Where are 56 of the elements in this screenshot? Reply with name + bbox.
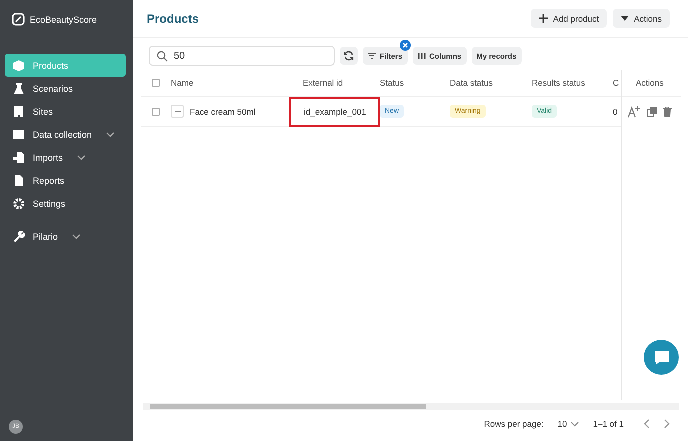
next-page-icon[interactable] bbox=[664, 419, 670, 429]
column-header: Actions bbox=[622, 70, 681, 97]
minus-icon bbox=[174, 110, 180, 112]
plus-icon bbox=[539, 14, 548, 23]
page-range: 1–1 of 1 bbox=[593, 419, 624, 429]
select-all-checkbox[interactable] bbox=[152, 79, 160, 87]
refresh-icon bbox=[344, 51, 354, 61]
page-title: Products bbox=[147, 12, 200, 26]
nav-item[interactable]: Sites bbox=[5, 100, 126, 123]
previous-page-icon[interactable] bbox=[644, 419, 650, 429]
row-checkbox[interactable] bbox=[152, 108, 160, 116]
wrench-icon bbox=[13, 230, 25, 242]
column-header[interactable]: C bbox=[613, 78, 621, 88]
nav-item[interactable]: Pilario bbox=[5, 225, 126, 248]
column-header[interactable]: Results status bbox=[532, 78, 613, 88]
font-plus-icon[interactable] bbox=[628, 106, 641, 118]
table-cell: id_example_001 bbox=[289, 96, 380, 126]
gear-icon bbox=[13, 198, 25, 210]
column-header[interactable]: External id bbox=[303, 78, 380, 88]
header-button[interactable]: Actions bbox=[613, 9, 670, 28]
nav-item[interactable]: Scenarios bbox=[5, 77, 126, 100]
table-cell: Face cream 50ml bbox=[190, 106, 256, 116]
doc-icon bbox=[13, 174, 25, 186]
box-icon bbox=[13, 60, 25, 72]
trash-icon[interactable] bbox=[663, 106, 672, 116]
building-icon bbox=[13, 106, 25, 118]
refresh-button[interactable] bbox=[340, 47, 358, 65]
collapse-button[interactable] bbox=[171, 105, 184, 118]
chat-icon bbox=[652, 348, 670, 366]
brand-name: EcoBeautyScore bbox=[30, 14, 98, 24]
nav-item[interactable]: Data collection bbox=[5, 123, 126, 146]
rows-per-page-label: Rows per page: bbox=[484, 419, 544, 429]
filter-icon bbox=[368, 53, 376, 59]
chevron-down-icon bbox=[77, 154, 86, 160]
chevron-down-icon bbox=[106, 132, 116, 138]
chevron-down-icon bbox=[571, 422, 580, 426]
nav-item[interactable]: Reports bbox=[5, 169, 126, 192]
column-header[interactable]: Status bbox=[380, 78, 450, 88]
chevron-down-icon bbox=[72, 234, 82, 240]
column-header[interactable]: Name bbox=[171, 78, 303, 88]
import-icon bbox=[13, 152, 25, 164]
nav-item[interactable]: Imports bbox=[5, 146, 126, 169]
header-button[interactable]: Add product bbox=[531, 9, 608, 28]
chat-button[interactable] bbox=[644, 340, 679, 375]
caret-icon bbox=[621, 16, 630, 21]
list-icon bbox=[13, 128, 25, 140]
horizontal-scrollbar[interactable] bbox=[143, 403, 679, 410]
search-field[interactable]: 50 bbox=[149, 46, 335, 66]
copy-icon[interactable] bbox=[647, 106, 657, 116]
table-cell-text: 0 bbox=[613, 106, 619, 116]
clear-filter-icon[interactable] bbox=[400, 40, 411, 51]
nav-item[interactable]: Settings bbox=[5, 192, 126, 215]
column-header[interactable]: Data status bbox=[450, 78, 532, 88]
flask-icon bbox=[13, 82, 25, 94]
rows-per-page-select[interactable]: 10 bbox=[558, 419, 580, 429]
columns-icon bbox=[418, 53, 426, 59]
